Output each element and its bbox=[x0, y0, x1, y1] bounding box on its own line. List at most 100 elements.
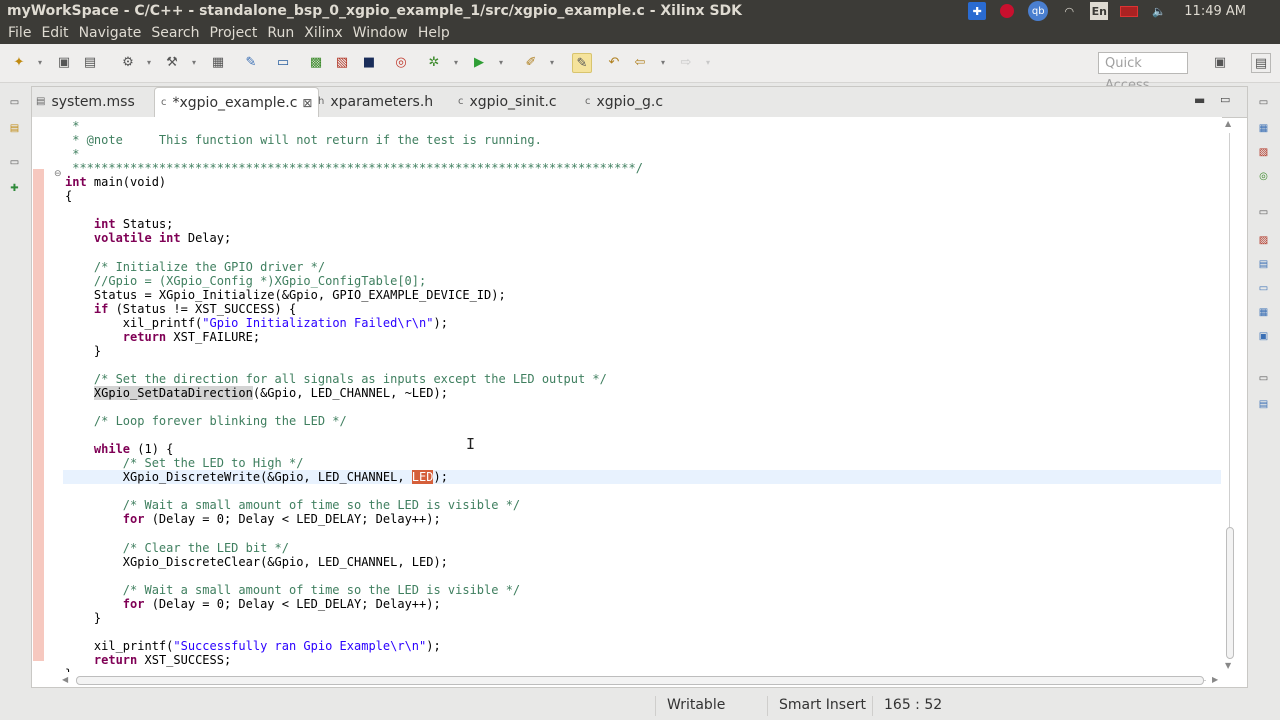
tab-xgpio-sinit-c[interactable]: c xgpio_sinit.c bbox=[458, 87, 557, 116]
sdk-log-icon[interactable]: ▤ bbox=[1256, 397, 1271, 412]
code-line[interactable]: ****************************************… bbox=[65, 161, 643, 175]
scroll-thumb[interactable] bbox=[76, 676, 1204, 685]
code-line[interactable]: * bbox=[65, 119, 79, 133]
code-line[interactable]: for (Delay = 0; Delay < LED_DELAY; Delay… bbox=[65, 512, 441, 526]
wifi-icon[interactable]: ◠ bbox=[1060, 2, 1078, 20]
code-line[interactable]: xil_printf("Gpio Initialization Failed\r… bbox=[65, 316, 448, 330]
battery-icon[interactable] bbox=[1120, 2, 1139, 20]
code-line[interactable]: for (Delay = 0; Delay < LED_DELAY; Delay… bbox=[65, 597, 441, 611]
repository-icon[interactable]: ▧ bbox=[334, 54, 350, 70]
include-browser-icon[interactable]: ▧ bbox=[1256, 145, 1271, 160]
menu-window[interactable]: Window bbox=[352, 25, 409, 41]
minimize-icon[interactable]: ▬ bbox=[1194, 93, 1205, 107]
build-config-dropdown-icon[interactable]: ▾ bbox=[145, 54, 153, 70]
restore-right-bottom-icon[interactable]: ▭ bbox=[1256, 371, 1271, 386]
network-transfer-icon[interactable]: ✚ bbox=[968, 2, 987, 20]
target-icon[interactable]: ◎ bbox=[393, 54, 409, 70]
code-line[interactable]: /* Clear the LED bit */ bbox=[65, 541, 289, 555]
board-support-icon[interactable]: ▩ bbox=[308, 54, 324, 70]
target-connections-icon[interactable]: ✚ bbox=[7, 181, 22, 196]
menu-file[interactable]: File bbox=[7, 25, 32, 41]
new-icon[interactable]: ✦ bbox=[11, 54, 27, 70]
scroll-up-icon[interactable]: ▲ bbox=[1225, 119, 1231, 128]
mark-occurrences-icon[interactable]: ✎ bbox=[572, 53, 592, 73]
menu-project[interactable]: Project bbox=[208, 25, 258, 41]
code-line[interactable]: { bbox=[65, 189, 72, 203]
code-line[interactable]: XGpio_DiscreteWrite(&Gpio, LED_CHANNEL, … bbox=[63, 470, 1221, 485]
tab-xgpio-example[interactable]: c *xgpio_example.c ⊠ bbox=[154, 87, 320, 117]
run-dropdown-icon[interactable]: ▾ bbox=[497, 54, 505, 70]
external-tools-icon[interactable]: ✐ bbox=[523, 54, 539, 70]
volume-icon[interactable]: 🔈 bbox=[1150, 2, 1168, 20]
xsct-console-icon[interactable]: ▭ bbox=[275, 54, 291, 70]
user-avatar[interactable]: qb bbox=[1028, 1, 1049, 21]
keyboard-layout-indicator[interactable]: En bbox=[1090, 2, 1109, 20]
code-line[interactable]: * bbox=[65, 147, 79, 161]
code-line[interactable]: * @note This function will not return if… bbox=[65, 133, 542, 147]
code-editor[interactable]: ⊖ * * @note This function will not retur… bbox=[32, 117, 1222, 672]
build-hammer-icon[interactable]: ⚒ bbox=[164, 54, 180, 70]
program-fpga-icon[interactable]: ✎ bbox=[243, 54, 259, 70]
restore-right-mid-icon[interactable]: ▭ bbox=[1256, 205, 1271, 220]
make-target-icon[interactable]: ◎ bbox=[1256, 169, 1271, 184]
restore-left-icon[interactable]: ▭ bbox=[7, 95, 22, 110]
code-line[interactable]: Status = XGpio_Initialize(&Gpio, GPIO_EX… bbox=[65, 288, 506, 302]
restore-left-lower-icon[interactable]: ▭ bbox=[7, 155, 22, 170]
tasks-icon[interactable]: ▤ bbox=[1256, 257, 1271, 272]
fold-toggle-icon[interactable]: ⊖ bbox=[54, 169, 62, 179]
menu-navigate[interactable]: Navigate bbox=[78, 25, 143, 41]
code-line[interactable]: /* Wait a small amount of time so the LE… bbox=[65, 498, 520, 512]
menu-search[interactable]: Search bbox=[150, 25, 200, 41]
last-edit-location-icon[interactable]: ↶ bbox=[606, 54, 622, 70]
code-line[interactable]: /* Wait a small amount of time so the LE… bbox=[65, 583, 520, 597]
code-line[interactable]: //Gpio = (XGpio_Config *)XGpio_ConfigTab… bbox=[65, 274, 426, 288]
code-line[interactable]: } bbox=[65, 611, 101, 625]
clock[interactable]: 11:49 AM bbox=[1184, 4, 1246, 19]
save-icon[interactable]: ▣ bbox=[56, 54, 72, 70]
restore-right-icon[interactable]: ▭ bbox=[1256, 95, 1271, 110]
maximize-icon[interactable]: ▭ bbox=[1220, 93, 1230, 106]
project-explorer-icon[interactable]: ▤ bbox=[7, 121, 22, 136]
menu-edit[interactable]: Edit bbox=[40, 25, 69, 41]
tab-system-mss[interactable]: ▤ system.mss bbox=[36, 87, 135, 116]
code-line[interactable]: volatile int Delay; bbox=[65, 231, 231, 245]
code-line[interactable]: int Status; bbox=[65, 217, 173, 231]
code-line[interactable]: return XST_SUCCESS; bbox=[65, 653, 231, 667]
open-perspective-icon[interactable]: ▣ bbox=[1212, 54, 1228, 70]
back-icon[interactable]: ⇦ bbox=[632, 54, 648, 70]
code-line[interactable]: return XST_FAILURE; bbox=[65, 330, 260, 344]
forward-icon[interactable]: ⇨ bbox=[678, 54, 694, 70]
code-line[interactable]: } bbox=[65, 344, 101, 358]
tab-xparameters-h[interactable]: h xparameters.h bbox=[318, 87, 433, 116]
menu-run[interactable]: Run bbox=[266, 25, 295, 41]
forward-dropdown-icon[interactable]: ▾ bbox=[704, 54, 712, 70]
code-line[interactable]: } bbox=[65, 667, 72, 672]
scroll-left-icon[interactable]: ◀ bbox=[62, 675, 68, 684]
horizontal-scrollbar[interactable]: ◀ ▶ bbox=[62, 675, 1222, 687]
print-icon[interactable]: ▦ bbox=[210, 54, 226, 70]
run-icon[interactable]: ▶ bbox=[471, 54, 487, 70]
build-dropdown-icon[interactable]: ▾ bbox=[190, 54, 198, 70]
menu-xilinx[interactable]: Xilinx bbox=[303, 25, 343, 41]
problems-icon[interactable]: ▨ bbox=[1256, 233, 1271, 248]
vertical-scrollbar[interactable]: ▲ ▼ bbox=[1224, 119, 1236, 673]
menu-help[interactable]: Help bbox=[417, 25, 451, 41]
code-line[interactable]: /* Set the LED to High */ bbox=[65, 456, 304, 470]
scroll-right-icon[interactable]: ▶ bbox=[1212, 675, 1218, 684]
save-all-icon[interactable]: ▤ bbox=[82, 54, 98, 70]
build-config-icon[interactable]: ⚙ bbox=[120, 54, 136, 70]
new-dropdown-icon[interactable]: ▾ bbox=[36, 54, 44, 70]
code-line[interactable]: if (Status != XST_SUCCESS) { bbox=[65, 302, 296, 316]
status-insert-mode[interactable]: Smart Insert bbox=[779, 697, 866, 713]
code-line[interactable]: XGpio_SetDataDirection(&Gpio, LED_CHANNE… bbox=[65, 385, 448, 400]
record-icon[interactable] bbox=[998, 2, 1016, 20]
external-tools-dropdown-icon[interactable]: ▾ bbox=[548, 54, 556, 70]
quick-access-input[interactable]: Quick Access bbox=[1098, 52, 1188, 93]
close-icon[interactable]: ⊠ bbox=[302, 96, 312, 110]
outline-icon[interactable]: ▦ bbox=[1256, 121, 1271, 136]
code-line[interactable]: xil_printf("Successfully ran Gpio Exampl… bbox=[65, 639, 441, 653]
debug-icon[interactable]: ✲ bbox=[426, 54, 442, 70]
code-line[interactable]: XGpio_DiscreteClear(&Gpio, LED_CHANNEL, … bbox=[65, 555, 448, 569]
code-line[interactable]: /* Set the direction for all signals as … bbox=[65, 372, 607, 386]
terminal-icon[interactable]: ■ bbox=[361, 54, 377, 70]
